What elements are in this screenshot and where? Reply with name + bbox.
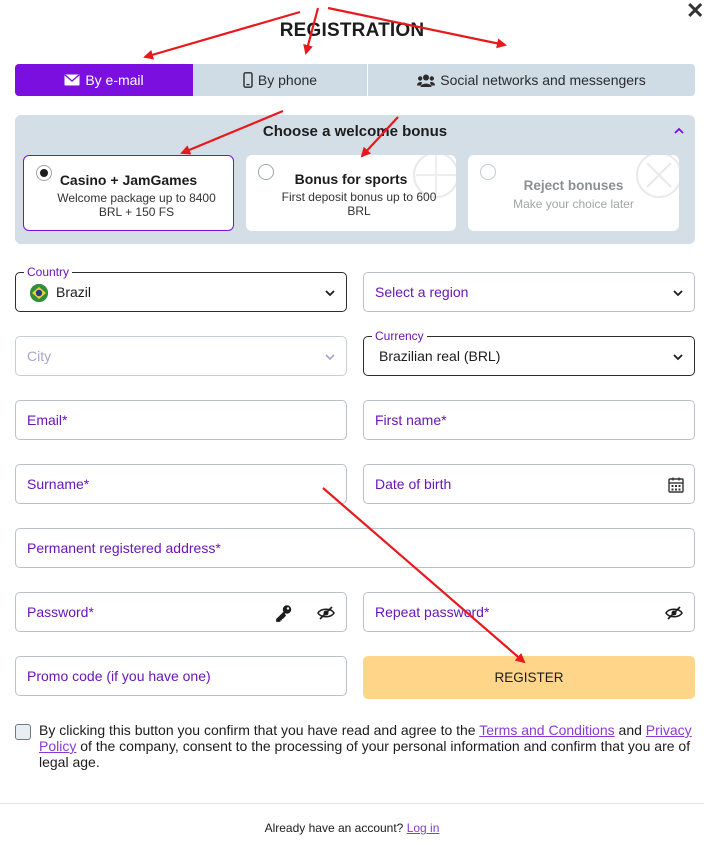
repeat-password-placeholder: Repeat password* [375,604,490,620]
key-icon[interactable] [274,603,294,623]
chevron-down-icon [673,354,683,361]
consent-text-part: and [614,722,646,738]
bonus-card-casino[interactable]: Casino + JamGames Welcome package up to … [23,155,234,231]
region-placeholder: Select a region [375,284,469,300]
chevron-down-icon [673,290,683,297]
eye-slash-icon[interactable] [316,603,336,623]
region-select[interactable]: Select a region [363,272,695,312]
login-prompt: Already have an account? Log in [0,821,704,835]
bonus-card-description: Welcome package up to 8400 BRL + 150 FS [57,191,216,219]
login-prompt-text: Already have an account? [264,821,404,835]
email-field[interactable]: Email* [15,400,347,440]
phone-icon [243,72,253,88]
city-select[interactable]: City [15,336,347,376]
registration-method-tabs: By e-mail By phone Social networks and m… [15,64,695,96]
bonus-card-description: First deposit bonus up to 600 BRL [281,190,437,218]
divider [0,803,704,804]
date-of-birth-field[interactable]: Date of birth [363,464,695,504]
eye-slash-icon[interactable] [664,603,684,623]
chevron-down-icon [325,354,335,361]
terms-link[interactable]: Terms and Conditions [479,722,614,738]
promo-code-field[interactable]: Promo code (if you have one) [15,656,347,696]
first-name-placeholder: First name* [375,412,447,428]
chevron-up-icon[interactable] [673,125,685,137]
dob-placeholder: Date of birth [375,476,452,492]
promo-placeholder: Promo code (if you have one) [27,668,211,684]
tab-label: By e-mail [85,72,144,88]
surname-placeholder: Surname* [27,476,90,492]
country-label: Country [24,265,73,279]
email-placeholder: Email* [27,412,68,428]
close-icon[interactable]: ✕ [686,0,704,22]
welcome-bonus-panel: Choose a welcome bonus Casino + JamGames… [15,115,695,244]
tab-label: By phone [257,72,318,88]
annotation-arrow [322,487,526,664]
calendar-icon[interactable] [666,475,686,495]
register-button[interactable]: REGISTER [363,656,695,699]
chevron-down-icon [325,290,335,297]
repeat-password-field[interactable]: Repeat password* [363,592,695,632]
brazil-flag-icon [30,284,48,302]
consent-text-part: By clicking this button you confirm that… [39,722,480,738]
country-select[interactable]: Country Brazil [15,265,347,312]
page-title: REGISTRATION [279,20,425,41]
currency-label: Currency [372,329,427,343]
bonus-card-name: Reject bonuses [523,178,624,193]
envelope-icon [64,74,80,86]
first-name-field[interactable]: First name* [363,400,695,440]
consent-text-part: of the company, consent to the processin… [39,738,691,770]
tab-by-email[interactable]: By e-mail [15,64,193,96]
tab-social-networks[interactable]: Social networks and messengers [368,64,695,96]
address-placeholder: Permanent registered address* [27,540,221,556]
login-link[interactable]: Log in [407,821,440,835]
users-icon [417,74,436,87]
password-placeholder: Password* [27,604,94,620]
bonus-card-name: Casino + JamGames [59,172,198,188]
bonus-card-name: Bonus for sports [294,171,408,187]
consent-text: By clicking this button you confirm that… [39,722,695,770]
password-field[interactable]: Password* [15,592,347,632]
bonus-card-sports[interactable]: Bonus for sports First deposit bonus up … [246,155,456,231]
bonus-card-description: Make your choice later [513,197,634,211]
surname-field[interactable]: Surname* [15,464,347,504]
currency-select[interactable]: Currency Brazilian real (BRL) [363,329,695,376]
bonus-card-reject[interactable]: Reject bonuses Make your choice later [468,155,679,231]
consent-checkbox[interactable] [15,724,31,740]
address-field[interactable]: Permanent registered address* [15,528,695,568]
bonus-panel-title: Choose a welcome bonus [262,123,448,140]
tab-label: Social networks and messengers [440,72,646,88]
city-placeholder: City [27,348,52,364]
tab-by-phone[interactable]: By phone [193,64,368,96]
currency-value: Brazilian real (BRL) [379,348,501,364]
country-value: Brazil [56,284,92,300]
